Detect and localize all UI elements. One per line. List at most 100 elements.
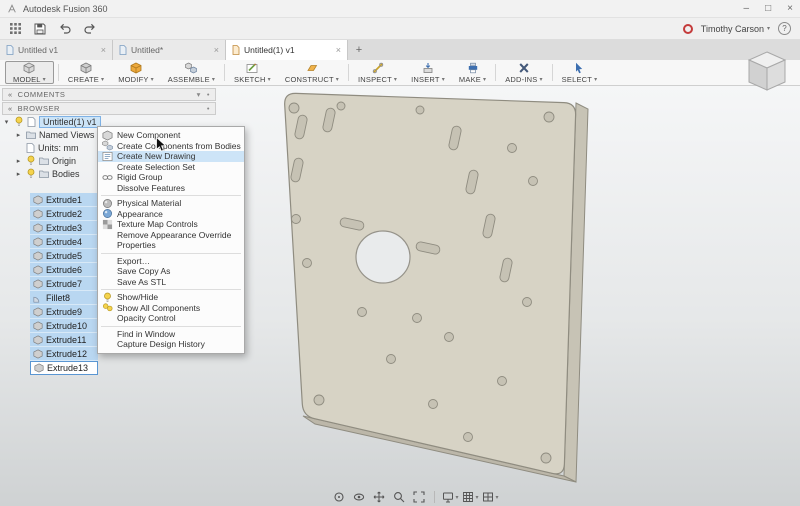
menu-item-capture-design-history[interactable]: Capture Design History	[98, 339, 244, 350]
3d-model-plate[interactable]	[284, 92, 589, 483]
ribbon-label: SELECT	[561, 74, 593, 84]
assemble-icon	[185, 62, 198, 74]
document-icon	[119, 45, 127, 55]
root-component-label[interactable]: Untitled(1) v1	[39, 115, 101, 128]
panel-expand-icon[interactable]: ▾	[197, 90, 201, 99]
ribbon-label: INSERT	[411, 74, 440, 84]
ribbon-sketch-menu[interactable]: SKETCH ▾	[227, 60, 278, 85]
viewports-icon[interactable]: ▾	[482, 490, 499, 505]
expander-open-icon[interactable]: ▾	[2, 118, 11, 126]
ribbon-separator	[495, 64, 497, 81]
app-grid-menu-icon[interactable]	[9, 22, 22, 35]
menu-item-show-hide[interactable]: Show/Hide	[98, 292, 244, 303]
menu-separator	[101, 252, 241, 254]
collapse-chevrons-icon[interactable]: «	[8, 90, 13, 99]
feature-row[interactable]: Extrude9	[30, 305, 98, 319]
feature-label: Extrude2	[46, 208, 83, 219]
display-settings-icon[interactable]: ▾	[442, 490, 459, 505]
menu-item-find-in-window[interactable]: Find in Window	[98, 329, 244, 340]
orbit-icon[interactable]	[330, 490, 347, 505]
feature-row-last[interactable]: Extrude13	[30, 361, 98, 375]
comments-panel-header[interactable]: « COMMENTS ▾ •	[2, 88, 216, 101]
feature-row[interactable]: Extrude7	[30, 277, 98, 291]
view-cube[interactable]	[740, 46, 794, 100]
visibility-bulb-icon[interactable]	[26, 155, 36, 166]
menu-item-show-all-components[interactable]: Show All Components	[98, 303, 244, 314]
feature-row[interactable]: Extrude6	[30, 263, 98, 277]
feature-row[interactable]: Extrude2	[30, 207, 98, 221]
menu-item-save-copy-as[interactable]: Save Copy As	[98, 266, 244, 277]
menu-item-create-components-from-bodies[interactable]: Create Components from Bodies	[98, 141, 244, 152]
minimize-button[interactable]: –	[744, 3, 750, 14]
tree-item-label: Named Views	[39, 129, 95, 140]
menu-item-new-component[interactable]: New Component	[98, 130, 244, 141]
menu-item-label: Export…	[117, 255, 151, 266]
ribbon-label: ADD-INS	[505, 74, 538, 84]
menu-item-dissolve-features[interactable]: Dissolve Features	[98, 183, 244, 194]
new-component-icon	[102, 130, 113, 141]
context-menu: New Component Create Components from Bod…	[97, 126, 245, 354]
visibility-bulb-icon[interactable]	[14, 116, 24, 127]
ribbon-inspect-menu[interactable]: INSPECT ▾	[351, 60, 404, 85]
tab-close-icon[interactable]: ×	[336, 45, 341, 55]
ribbon-assemble-menu[interactable]: ASSEMBLE ▾	[161, 60, 222, 85]
undo-icon[interactable]	[58, 22, 72, 36]
menu-item-create-selection-set[interactable]: Create Selection Set	[98, 162, 244, 173]
redo-icon[interactable]	[83, 22, 97, 36]
feature-row[interactable]: Extrude11	[30, 333, 98, 347]
help-button[interactable]: ?	[778, 22, 791, 35]
zoom-icon[interactable]	[390, 490, 407, 505]
feature-label: Extrude6	[46, 264, 83, 275]
pan-icon[interactable]	[370, 490, 387, 505]
feature-row[interactable]: Extrude12	[30, 347, 98, 361]
record-indicator-icon[interactable]	[682, 23, 693, 34]
menu-item-export[interactable]: Export…	[98, 256, 244, 267]
feature-row[interactable]: Extrude1	[30, 193, 98, 207]
new-tab-button[interactable]: +	[348, 40, 370, 60]
tree-item-label: Origin	[52, 155, 77, 166]
ribbon-make-menu[interactable]: MAKE ▾	[452, 60, 493, 85]
close-button[interactable]: ×	[787, 3, 793, 14]
feature-row[interactable]: Extrude3	[30, 221, 98, 235]
ribbon-insert-menu[interactable]: INSERT ▾	[404, 60, 452, 85]
feature-row[interactable]: Extrude10	[30, 319, 98, 333]
chevron-down-icon: ▾	[441, 76, 445, 83]
grid-settings-icon[interactable]: ▾	[462, 490, 479, 505]
feature-row[interactable]: Extrude5	[30, 249, 98, 263]
browser-panel-header[interactable]: « BROWSER •	[2, 102, 216, 115]
feature-row[interactable]: Fillet8	[30, 291, 98, 305]
expander-closed-icon[interactable]: ▸	[14, 131, 23, 139]
chevron-down-icon: ▾	[150, 76, 154, 83]
menu-item-appearance[interactable]: Appearance	[98, 209, 244, 220]
menu-item-remove-appearance-override[interactable]: Remove Appearance Override	[98, 230, 244, 241]
collapse-chevrons-icon[interactable]: «	[8, 104, 13, 113]
expander-closed-icon[interactable]: ▸	[14, 157, 23, 165]
tab-close-icon[interactable]: ×	[214, 45, 219, 55]
tab-untitled-1-v1-active[interactable]: Untitled(1) v1 ×	[226, 40, 348, 60]
tab-close-icon[interactable]: ×	[101, 45, 106, 55]
user-menu[interactable]: Timothy Carson ▾	[701, 24, 770, 34]
look-at-icon[interactable]	[350, 490, 367, 505]
menu-item-save-as-stl[interactable]: Save As STL	[98, 277, 244, 288]
ribbon-modify-menu[interactable]: MODIFY ▾	[111, 60, 161, 85]
ribbon-addins-menu[interactable]: ADD-INS ▾	[498, 60, 549, 85]
ribbon-construct-menu[interactable]: CONSTRUCT ▾	[278, 60, 346, 85]
menu-item-texture-map-controls[interactable]: Texture Map Controls	[98, 219, 244, 230]
workspace-model-menu[interactable]: MODEL ▾	[5, 61, 54, 84]
menu-item-opacity-control[interactable]: Opacity Control	[98, 313, 244, 324]
save-icon[interactable]	[33, 22, 47, 36]
visibility-bulb-icon[interactable]	[26, 168, 36, 179]
tab-untitled-unsaved[interactable]: Untitled* ×	[113, 40, 226, 60]
feature-row[interactable]: Extrude4	[30, 235, 98, 249]
menu-item-physical-material[interactable]: Physical Material	[98, 198, 244, 209]
menu-item-rigid-group[interactable]: Rigid Group	[98, 172, 244, 183]
menu-item-properties[interactable]: Properties	[98, 240, 244, 251]
menu-item-create-new-drawing[interactable]: Create New Drawing	[98, 151, 244, 162]
ribbon-select-menu[interactable]: SELECT ▾	[555, 60, 605, 85]
ribbon-create-menu[interactable]: CREATE ▾	[61, 60, 111, 85]
tab-untitled-v1[interactable]: Untitled v1 ×	[0, 40, 113, 60]
zoom-fit-icon[interactable]	[410, 490, 427, 505]
tab-label: Untitled(1) v1	[244, 45, 295, 55]
expander-closed-icon[interactable]: ▸	[14, 170, 23, 178]
maximize-button[interactable]: □	[765, 3, 771, 14]
